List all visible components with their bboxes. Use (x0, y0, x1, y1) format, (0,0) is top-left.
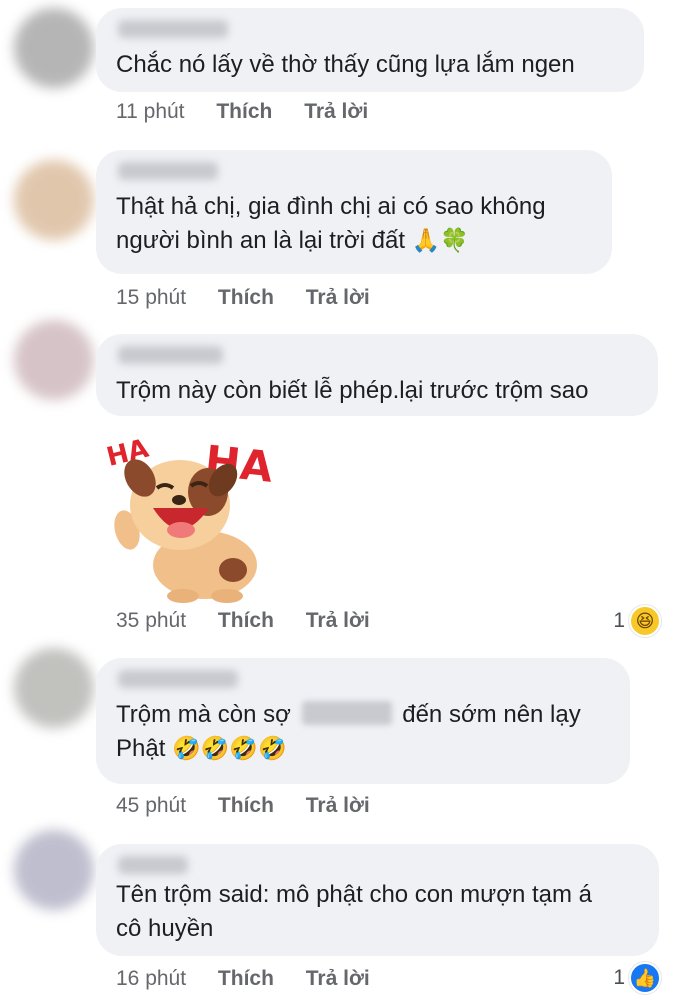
author-name-blurred[interactable] (118, 856, 188, 874)
author-name-blurred[interactable] (118, 346, 223, 364)
comment-text-line1: Thật hả chị, gia đình chị ai có sao khôn… (116, 193, 546, 220)
reaction-summary[interactable]: 1 👍 (613, 962, 661, 994)
reply-button[interactable]: Trả lời (306, 609, 370, 633)
comment-bubble: Thật hả chị, gia đình chị ai có sao khôn… (96, 150, 612, 274)
comment-time[interactable]: 35 phút (116, 609, 186, 633)
comment-time[interactable]: 11 phút (116, 100, 185, 124)
like-button[interactable]: Thích (218, 967, 274, 991)
author-name-blurred[interactable] (118, 162, 218, 180)
reply-button[interactable]: Trả lời (306, 794, 370, 818)
rofl-emoji-icon: 🤣🤣🤣🤣 (172, 736, 287, 762)
comment-text: Trộm này còn biết lễ phép.lại trước trộm… (116, 377, 589, 404)
comment-text-line1b: đến sớm nên lạy (402, 701, 581, 728)
comment-text-line2-words: người bình an là lại trời đất (116, 227, 406, 254)
laughing-dog-sticker-icon: HA HA (105, 434, 276, 603)
comment-text-line1: Tên trộm said: mô phật cho con mượn tạm … (116, 881, 593, 908)
comment-text-line1a: Trộm mà còn sợ (116, 701, 291, 728)
reply-button[interactable]: Trả lời (304, 100, 368, 124)
comment-text: Chắc nó lấy về thờ thấy cũng lựa lắm nge… (116, 51, 575, 78)
comment-actions: 11 phút Thích Trả lời (116, 100, 394, 124)
comment-text-line2: Phật 🤣🤣🤣🤣 (116, 732, 610, 766)
comment-bubble: Trộm này còn biết lễ phép.lại trước trộm… (96, 334, 658, 416)
comment-text-line2-words: Phật (116, 735, 166, 762)
avatar[interactable] (14, 830, 94, 910)
comment-time[interactable]: 16 phút (116, 967, 186, 991)
reaction-count: 1 (613, 609, 625, 632)
comment-text-line2: người bình an là lại trời đất 🙏🍀 (116, 224, 592, 258)
pray-clover-emoji-icon: 🙏🍀 (411, 228, 469, 254)
author-name-blurred[interactable] (118, 20, 228, 38)
comment-bubble: Trộm mà còn sợ đến sớm nên lạy Phật 🤣🤣🤣🤣 (96, 658, 630, 784)
comment-actions: 16 phút Thích Trả lời (116, 967, 396, 991)
reaction-summary[interactable]: 1 😆 (613, 605, 661, 637)
like-button[interactable]: Thích (216, 100, 272, 124)
comment-actions: 15 phút Thích Trả lời (116, 286, 396, 310)
comment-time[interactable]: 45 phút (116, 794, 186, 818)
author-name-blurred[interactable] (118, 670, 238, 688)
comment-actions: 35 phút Thích Trả lời (116, 609, 396, 633)
comment-bubble: Chắc nó lấy về thờ thấy cũng lựa lắm nge… (96, 8, 644, 92)
like-button[interactable]: Thích (218, 609, 274, 633)
comment-bubble: Tên trộm said: mô phật cho con mượn tạm … (96, 844, 659, 956)
haha-icon: 😆 (629, 605, 661, 637)
reply-button[interactable]: Trả lời (306, 967, 370, 991)
avatar[interactable] (14, 320, 94, 400)
like-icon: 👍 (629, 962, 661, 994)
like-button[interactable]: Thích (218, 794, 274, 818)
comment-actions: 45 phút Thích Trả lời (116, 794, 396, 818)
comment-text-line2: cô huyền (116, 915, 214, 942)
avatar[interactable] (14, 160, 94, 240)
reply-button[interactable]: Trả lời (306, 286, 370, 310)
avatar[interactable] (14, 8, 94, 88)
redacted-name (301, 701, 392, 725)
like-button[interactable]: Thích (218, 286, 274, 310)
comment-time[interactable]: 15 phút (116, 286, 186, 310)
avatar[interactable] (14, 648, 94, 728)
comment-text-line1: Trộm mà còn sợ đến sớm nên lạy (116, 698, 610, 732)
reaction-count: 1 (613, 966, 625, 989)
